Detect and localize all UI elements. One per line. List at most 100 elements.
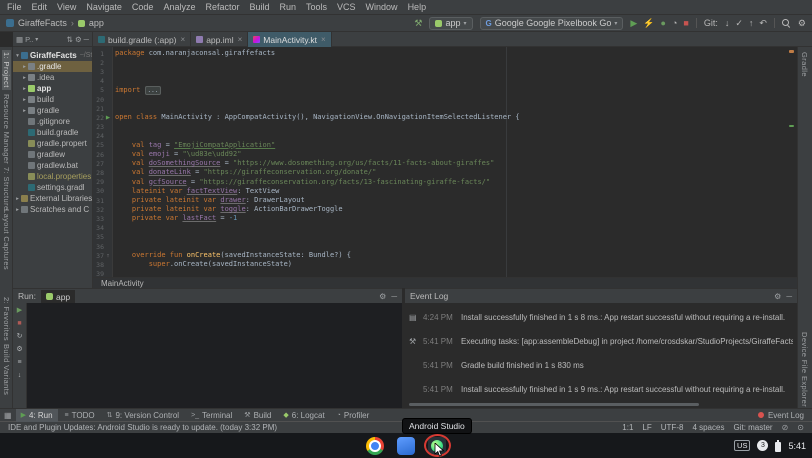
tool-window-button-gradle[interactable]: Gradle (800, 50, 809, 79)
tool-window-button-2-favorites[interactable]: 2: Favorites (2, 295, 11, 343)
tree-item-gitignore[interactable]: .gitignore (13, 116, 92, 127)
keyboard-layout-indicator[interactable]: US (734, 440, 750, 451)
project-view-label[interactable]: P.. (25, 35, 33, 44)
tool-window-tab-profiler[interactable]: ◔Profiler (332, 409, 375, 422)
minimize-panel-icon[interactable]: ─ (391, 292, 397, 301)
write-lock-icon[interactable]: ⊘ (782, 423, 789, 432)
tool-window-button-7-structure[interactable]: 7: Structure (2, 165, 11, 213)
menu-refactor[interactable]: Refactor (200, 2, 244, 12)
tree-item-local-properties[interactable]: local.properties (13, 171, 92, 182)
expand-arrow-icon[interactable]: ▸ (21, 64, 28, 70)
project-view-grid-icon[interactable]: ▦ (16, 35, 23, 44)
tool-window-tab-9-version-control[interactable]: ⇅9: Version Control (102, 409, 184, 422)
menu-edit[interactable]: Edit (27, 2, 53, 12)
panel-settings-gear-icon[interactable]: ⚙ (379, 292, 386, 301)
expand-arrow-icon[interactable]: ▸ (14, 207, 21, 213)
menu-analyze[interactable]: Analyze (158, 2, 200, 12)
tree-item-giraffefacts[interactable]: ▾GiraffeFacts~/Stu (13, 50, 92, 61)
run-gutter-icon[interactable]: ▶ (104, 115, 112, 121)
menu-code[interactable]: Code (127, 2, 159, 12)
git-push-button[interactable]: ↑ (749, 19, 754, 28)
minimize-panel-icon[interactable]: ─ (786, 292, 792, 301)
tool-window-button-device-file-explorer[interactable]: Device File Explorer (800, 330, 809, 409)
horizontal-scrollbar[interactable] (409, 403, 699, 406)
code-lines[interactable]: package com.naranjaconsal.giraffefactsim… (115, 47, 797, 277)
panel-settings-gear-icon[interactable]: ⚙ (774, 292, 781, 301)
menu-file[interactable]: File (2, 2, 27, 12)
console-settings-icon[interactable]: ⚙ (16, 346, 22, 353)
tool-window-tab-todo[interactable]: ≡TODO (60, 409, 100, 422)
status-message[interactable]: IDE and Plugin Updates: Android Studio i… (8, 423, 277, 432)
breadcrumb-module[interactable]: app (89, 18, 104, 28)
menu-build[interactable]: Build (244, 2, 274, 12)
tree-item-idea[interactable]: ▸.idea (13, 72, 92, 83)
event-log-button[interactable]: Event Log (758, 411, 808, 420)
tree-item-app[interactable]: ▸app (13, 83, 92, 94)
tool-window-button-layout-captures[interactable]: Layout Captures (2, 207, 11, 272)
menu-run[interactable]: Run (275, 2, 302, 12)
tool-window-switcher-icon[interactable]: ▦ (4, 411, 12, 420)
tool-window-tab-4-run[interactable]: ▶4: Run (16, 409, 58, 422)
run-tab-app[interactable]: app (41, 290, 75, 303)
stop-button[interactable]: ■ (683, 19, 688, 28)
editor-tab-mainactivity-kt[interactable]: MainActivity.kt× (248, 32, 331, 47)
run-console[interactable] (27, 303, 402, 408)
tool-window-button-resource-manager[interactable]: Resource Manager (2, 92, 11, 166)
tool-window-tab-terminal[interactable]: >_Terminal (186, 409, 237, 422)
tree-item-gradle[interactable]: ▸.gradle (13, 61, 92, 72)
menu-navigate[interactable]: Navigate (81, 2, 127, 12)
tool-window-tab-6-logcat[interactable]: ◆6: Logcat (278, 409, 329, 422)
tree-item-gradlew-bat[interactable]: gradlew.bat (13, 160, 92, 171)
clock[interactable]: 5:41 (788, 441, 806, 451)
notifications-bell-icon[interactable]: ⊙ (797, 423, 804, 432)
tree-item-gradle-propert[interactable]: gradle.propert (13, 138, 92, 149)
panel-settings-gear-icon[interactable]: ⚙ (75, 35, 82, 44)
expand-arrow-icon[interactable]: ▸ (14, 196, 21, 202)
hide-panel-icon[interactable]: ─ (84, 35, 89, 44)
breadcrumb-project[interactable]: GiraffeFacts (18, 18, 67, 28)
restart-activity-button[interactable]: ↻ (17, 333, 23, 340)
breadcrumb-class[interactable]: MainActivity (101, 279, 144, 288)
menu-help[interactable]: Help (403, 2, 432, 12)
menu-tools[interactable]: Tools (301, 2, 332, 12)
device-select[interactable]: G Google Google Pixelbook Go ▾ (480, 17, 624, 30)
menu-window[interactable]: Window (361, 2, 403, 12)
scroll-to-end-icon[interactable]: ↓ (18, 372, 22, 379)
menu-vcs[interactable]: VCS (332, 2, 361, 12)
chrome-app-icon[interactable] (366, 437, 384, 455)
tree-item-gradle[interactable]: ▸gradle (13, 105, 92, 116)
editor[interactable]: 12345202122▶2324252627282930313233343536… (93, 47, 797, 277)
status-encoding[interactable]: UTF-8 (661, 423, 684, 432)
status-indent[interactable]: 4 spaces (692, 423, 724, 432)
git-commit-button[interactable]: ✓ (735, 19, 743, 28)
debug-button[interactable]: ● (661, 19, 666, 28)
expand-arrow-icon[interactable]: ▸ (21, 108, 28, 114)
run-button[interactable]: ▶ (630, 19, 637, 28)
console-menu-icon[interactable]: ≡ (17, 359, 21, 366)
expand-arrow-icon[interactable]: ▸ (21, 97, 28, 103)
override-gutter-icon[interactable]: ↑ (104, 253, 112, 259)
notification-count-badge[interactable]: 3 (757, 440, 768, 451)
expand-arrow-icon[interactable]: ▸ (21, 75, 28, 81)
status-line-ending[interactable]: LF (642, 423, 651, 432)
profile-button[interactable]: ◔ (672, 19, 677, 28)
stop-button[interactable]: ■ (17, 320, 21, 327)
search-everywhere-icon[interactable] (782, 19, 791, 28)
tool-window-tab-build[interactable]: ⚒Build (239, 409, 276, 422)
tab-close-icon[interactable]: × (321, 35, 326, 44)
git-update-button[interactable]: ↓ (725, 19, 730, 28)
tool-window-button-1-project[interactable]: 1: Project (2, 50, 11, 90)
expand-arrow-icon[interactable]: ▾ (14, 53, 21, 59)
editor-tab-build-gradle-app[interactable]: build.gradle (:app)× (93, 32, 191, 47)
status-git-branch[interactable]: Git: master (733, 423, 772, 432)
select-opened-file-icon[interactable]: ⇅ (67, 35, 73, 44)
expand-arrow-icon[interactable]: ▸ (21, 86, 28, 92)
tool-window-button-build-variants[interactable]: Build Variants (2, 342, 11, 397)
tree-item-gradlew[interactable]: gradlew (13, 149, 92, 160)
editor-tab-app-iml[interactable]: app.iml× (191, 32, 248, 47)
tab-close-icon[interactable]: × (181, 35, 186, 44)
tree-item-build-gradle[interactable]: build.gradle (13, 127, 92, 138)
tree-item-settings-gradl[interactable]: settings.gradl (13, 182, 92, 193)
tree-item-external-libraries[interactable]: ▸External Libraries (13, 193, 92, 204)
status-caret-position[interactable]: 1:1 (622, 423, 633, 432)
